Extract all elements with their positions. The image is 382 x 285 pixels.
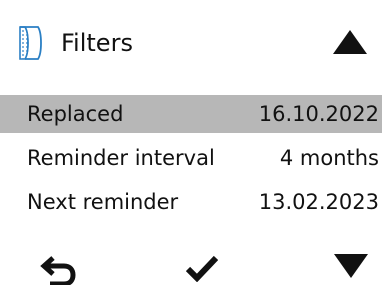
- settings-list: Replaced 16.10.2022 Reminder interval 4 …: [0, 95, 382, 227]
- row-reminder-interval[interactable]: Reminder interval 4 months: [0, 139, 382, 177]
- row-next-reminder[interactable]: Next reminder 13.02.2023: [0, 183, 382, 221]
- row-replaced[interactable]: Replaced 16.10.2022: [0, 95, 382, 133]
- footer: [0, 245, 382, 285]
- row-label: Next reminder: [27, 190, 179, 214]
- row-value: 4 months: [279, 146, 379, 170]
- back-arrow-icon[interactable]: [40, 254, 78, 285]
- filter-icon: [17, 25, 47, 61]
- checkmark-icon[interactable]: [186, 255, 218, 282]
- row-label: Reminder interval: [27, 146, 215, 170]
- row-value: 13.02.2023: [258, 190, 379, 214]
- row-label: Replaced: [27, 102, 124, 126]
- page-title: Filters: [61, 29, 133, 57]
- triangle-down-icon[interactable]: [333, 252, 369, 280]
- header: Filters: [0, 0, 382, 85]
- filters-screen: Filters Replaced 16.10.2022 Reminder int…: [0, 0, 382, 285]
- row-value: 16.10.2022: [258, 102, 379, 126]
- triangle-up-icon[interactable]: [332, 28, 368, 56]
